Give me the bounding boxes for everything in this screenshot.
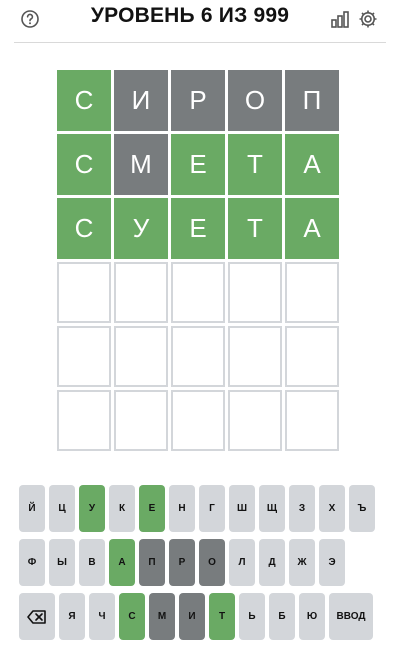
- letter-key[interactable]: Ь: [239, 593, 265, 640]
- letter-key[interactable]: Р: [169, 539, 195, 586]
- backspace-key[interactable]: [19, 593, 55, 640]
- board-tile: А: [285, 134, 339, 195]
- letter-key[interactable]: Э: [319, 539, 345, 586]
- letter-key[interactable]: П: [139, 539, 165, 586]
- letter-key[interactable]: С: [119, 593, 145, 640]
- letter-key[interactable]: Ы: [49, 539, 75, 586]
- on-screen-keyboard: Й Ц У К Е Н Г Ш Щ З Х Ъ Ф Ы В А П Р О Л Д Ж Э Я Ч С М И Т Ь Б Ю ВВОД: [19, 485, 381, 647]
- letter-key[interactable]: О: [199, 539, 225, 586]
- letter-key[interactable]: А: [109, 539, 135, 586]
- board-tile: [285, 262, 339, 323]
- letter-key[interactable]: Й: [19, 485, 45, 532]
- board-tile: [285, 326, 339, 387]
- board-tile: [171, 326, 225, 387]
- letter-key[interactable]: Д: [259, 539, 285, 586]
- board-tile: [57, 326, 111, 387]
- board-tile: П: [285, 70, 339, 131]
- board-tile: [114, 326, 168, 387]
- letter-key[interactable]: К: [109, 485, 135, 532]
- letter-key[interactable]: Ъ: [349, 485, 375, 532]
- board-row: [57, 262, 342, 323]
- board-tile: С: [57, 198, 111, 259]
- letter-key[interactable]: Ф: [19, 539, 45, 586]
- letter-key[interactable]: Л: [229, 539, 255, 586]
- board-tile: А: [285, 198, 339, 259]
- board-tile: [114, 390, 168, 451]
- letter-key[interactable]: Ч: [89, 593, 115, 640]
- board-row: [57, 390, 342, 451]
- letter-key[interactable]: Х: [319, 485, 345, 532]
- letter-key[interactable]: Т: [209, 593, 235, 640]
- board-tile: [114, 262, 168, 323]
- board-tile: [228, 390, 282, 451]
- letter-key[interactable]: Ю: [299, 593, 325, 640]
- board-tile: [57, 390, 111, 451]
- backspace-icon: [27, 609, 46, 624]
- board-tile: И: [114, 70, 168, 131]
- letter-key[interactable]: З: [289, 485, 315, 532]
- keyboard-row: Я Ч С М И Т Ь Б Ю ВВОД: [19, 593, 381, 640]
- letter-key[interactable]: В: [79, 539, 105, 586]
- board-tile: [228, 262, 282, 323]
- letter-key[interactable]: У: [79, 485, 105, 532]
- page-title: УРОВЕНЬ 6 ИЗ 999: [90, 4, 290, 27]
- header-divider: [14, 42, 386, 43]
- letter-key[interactable]: Б: [269, 593, 295, 640]
- board-tile: С: [57, 134, 111, 195]
- top-bar: УРОВЕНЬ 6 ИЗ 999: [0, 0, 400, 43]
- letter-key[interactable]: Ж: [289, 539, 315, 586]
- board-tile: Т: [228, 134, 282, 195]
- board-tile: Р: [171, 70, 225, 131]
- board-tile: [228, 326, 282, 387]
- board-row: [57, 326, 342, 387]
- keyboard-row: ЙЦУКЕНГШЩЗХЪ: [19, 485, 381, 532]
- board-tile: У: [114, 198, 168, 259]
- keyboard-row: ФЫВАПРОЛДЖЭ: [19, 539, 381, 586]
- letter-key[interactable]: И: [179, 593, 205, 640]
- letter-key[interactable]: Щ: [259, 485, 285, 532]
- board-tile: С: [57, 70, 111, 131]
- letter-key[interactable]: Я: [59, 593, 85, 640]
- settings-icon[interactable]: [357, 8, 379, 30]
- letter-key[interactable]: Ц: [49, 485, 75, 532]
- board-tile: [171, 262, 225, 323]
- enter-key[interactable]: ВВОД: [329, 593, 373, 640]
- stats-icon[interactable]: [329, 8, 351, 30]
- letter-key[interactable]: М: [149, 593, 175, 640]
- board-tile: М: [114, 134, 168, 195]
- letter-key[interactable]: Е: [139, 485, 165, 532]
- board-row: СМЕТА: [57, 134, 342, 195]
- board-row: СИРОП: [57, 70, 342, 131]
- board-tile: О: [228, 70, 282, 131]
- board-tile: Т: [228, 198, 282, 259]
- game-board: СИРОПСМЕТАСУЕТА: [57, 70, 342, 454]
- help-icon[interactable]: [19, 8, 41, 30]
- letter-key[interactable]: Н: [169, 485, 195, 532]
- board-tile: Е: [171, 134, 225, 195]
- board-tile: [285, 390, 339, 451]
- letter-key[interactable]: Ш: [229, 485, 255, 532]
- board-tile: [57, 262, 111, 323]
- letter-key[interactable]: Г: [199, 485, 225, 532]
- board-row: СУЕТА: [57, 198, 342, 259]
- board-tile: Е: [171, 198, 225, 259]
- board-tile: [171, 390, 225, 451]
